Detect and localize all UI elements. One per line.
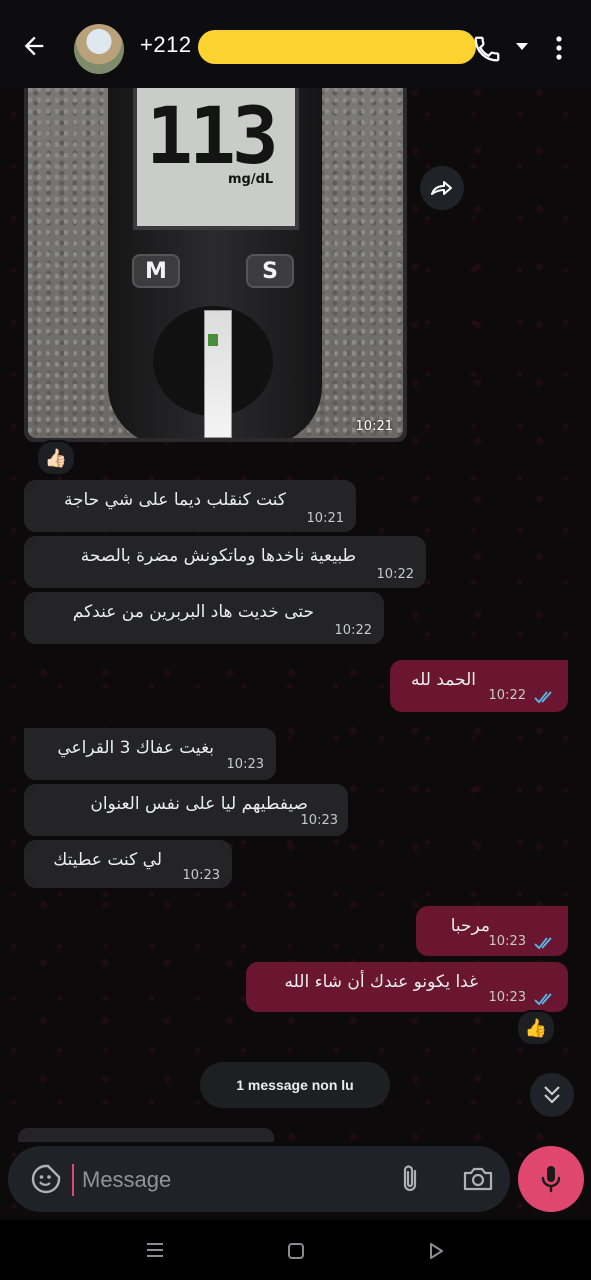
microphone-icon xyxy=(541,1166,561,1193)
chevron-down-icon[interactable] xyxy=(514,42,530,52)
message-text: لي كنت عطيتك xyxy=(53,850,162,870)
forward-button[interactable] xyxy=(420,166,464,210)
unread-messages-notice[interactable]: 1 message non lu xyxy=(200,1062,390,1108)
meter-button-m: M xyxy=(132,254,180,288)
message-composer xyxy=(8,1146,510,1212)
voice-message-button[interactable] xyxy=(518,1146,584,1212)
scroll-to-bottom-button[interactable] xyxy=(530,1073,574,1117)
arrow-back-icon[interactable] xyxy=(20,32,48,60)
message-text: طبيعية ناخدها وماتكونش مضرة بالصحة xyxy=(80,546,356,566)
message-time: 10:21 xyxy=(306,511,344,526)
camera-icon[interactable] xyxy=(462,1165,494,1193)
message-time: 10:22 xyxy=(488,688,526,703)
read-receipt-icon xyxy=(534,993,552,1006)
system-navigation-bar xyxy=(0,1220,591,1280)
read-receipt-icon xyxy=(534,937,552,950)
meter-unit: mg/dL xyxy=(228,172,274,187)
read-receipt-icon xyxy=(534,691,552,704)
recents-icon[interactable] xyxy=(146,1242,164,1258)
message-bubble-incoming[interactable]: بغيت عفاك 3 القراعي 10:23 xyxy=(24,728,276,780)
more-vert-icon[interactable] xyxy=(552,34,566,62)
message-bubble-incoming[interactable]: حتى خديت هاد البربرين من عندكم 10:22 xyxy=(24,592,384,644)
message-bubble-outgoing[interactable]: الحمد لله 10:22 xyxy=(390,660,568,712)
message-bubble-outgoing[interactable]: مرحبا 10:23 xyxy=(416,906,568,956)
message-time: 10:23 xyxy=(488,934,526,949)
home-icon[interactable] xyxy=(287,1242,305,1260)
test-strip-mark xyxy=(208,334,218,346)
image-message[interactable]: 113 mg/dL M S 10:21 xyxy=(24,86,407,442)
message-text: بغيت عفاك 3 القراعي xyxy=(57,738,214,758)
message-bubble-incoming[interactable]: لي كنت عطيتك 10:23 xyxy=(24,840,232,888)
message-bubble-incoming[interactable]: صيفطيهم ليا على نفس العنوان 10:23 xyxy=(24,784,348,836)
meter-reading: 113 xyxy=(146,92,279,182)
message-text: غدا يكونو عندك أن شاء الله xyxy=(284,972,478,992)
contact-avatar[interactable] xyxy=(74,24,124,74)
message-bubble-outgoing[interactable]: غدا يكونو عندك أن شاء الله 10:23 xyxy=(246,962,568,1012)
message-text: صيفطيهم ليا على نفس العنوان xyxy=(90,794,308,814)
message-input[interactable] xyxy=(80,1158,384,1202)
redaction-mark xyxy=(198,30,476,64)
chat-header: +212 6 xyxy=(0,0,591,88)
message-time: 10:21 xyxy=(355,419,393,434)
message-time: 10:22 xyxy=(376,567,414,582)
message-time: 10:23 xyxy=(226,757,264,772)
message-text: حتى خديت هاد البربرين من عندكم xyxy=(72,602,314,622)
message-text: الحمد لله xyxy=(411,670,476,690)
reaction-badge[interactable]: 👍 xyxy=(516,1010,556,1046)
meter-button-s: S xyxy=(246,254,294,288)
message-bubble-partial xyxy=(18,1128,274,1142)
message-bubble-incoming[interactable]: كنت كنقلب ديما على شي حاجة 10:21 xyxy=(24,480,356,532)
message-text: مرحبا xyxy=(450,916,490,936)
forward-icon xyxy=(431,181,452,195)
double-chevron-down-icon xyxy=(544,1086,560,1104)
message-time: 10:22 xyxy=(334,623,372,638)
test-strip xyxy=(204,310,232,438)
message-bubble-incoming[interactable]: طبيعية ناخدها وماتكونش مضرة بالصحة 10:22 xyxy=(24,536,426,588)
message-time: 10:23 xyxy=(488,990,526,1005)
message-text: كنت كنقلب ديما على شي حاجة xyxy=(63,490,286,510)
reaction-badge[interactable]: 👍🏻 xyxy=(36,440,76,476)
sticker-emoji-icon[interactable] xyxy=(30,1163,62,1195)
message-time: 10:23 xyxy=(300,813,338,828)
glucose-meter-photo[interactable]: 113 mg/dL M S xyxy=(28,86,403,438)
text-caret xyxy=(72,1164,74,1196)
back-triangle-icon[interactable] xyxy=(427,1242,445,1260)
attach-icon[interactable] xyxy=(396,1163,424,1195)
message-time: 10:23 xyxy=(182,868,220,883)
phone-icon[interactable] xyxy=(472,34,502,64)
